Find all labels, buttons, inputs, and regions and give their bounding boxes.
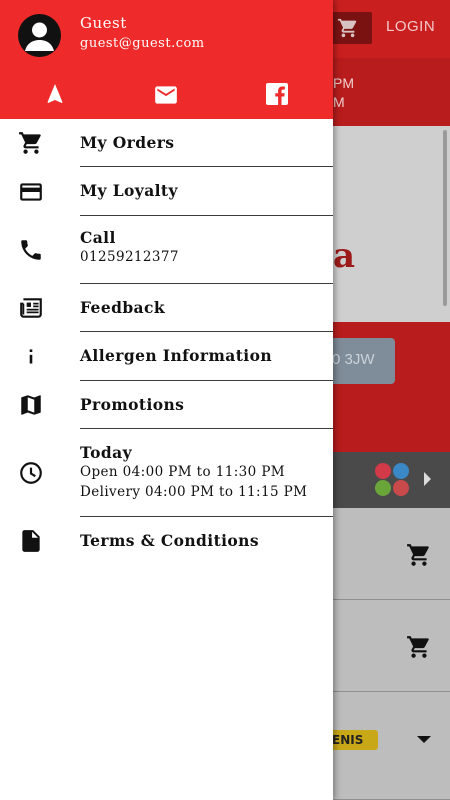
- add-to-cart-icon[interactable]: [406, 542, 432, 568]
- menu-item-label: Call: [80, 228, 116, 247]
- user-icon: [25, 22, 54, 51]
- background-login-link[interactable]: LOGIN: [386, 18, 435, 35]
- credit-card-icon: [20, 183, 42, 201]
- menu-item-today[interactable]: Today Open 04:00 PM to 11:30 PM Delivery…: [0, 429, 333, 517]
- emoji-icon: [393, 480, 409, 496]
- menu-item-promotions[interactable]: Promotions: [0, 381, 333, 429]
- user-email: guest@guest.com: [80, 36, 205, 51]
- chevron-right-icon[interactable]: [424, 472, 431, 486]
- background-hours-line1: PM: [333, 75, 354, 91]
- menu-item-my-loyalty[interactable]: My Loyalty: [0, 167, 333, 216]
- menu-item-label: Promotions: [80, 395, 185, 414]
- cart-icon: [19, 132, 41, 154]
- background-scrollbar[interactable]: [443, 130, 447, 306]
- background-hours-line2: M: [333, 94, 345, 110]
- map-icon: [21, 395, 41, 415]
- phone-number[interactable]: 01259212377: [80, 249, 179, 265]
- emoji-icon: [375, 463, 391, 479]
- menu-item-terms-conditions[interactable]: Terms & Conditions: [0, 517, 333, 565]
- navigation-icon[interactable]: [43, 82, 67, 106]
- menu-item-label: My Loyalty: [80, 181, 178, 200]
- mail-icon[interactable]: [153, 82, 179, 108]
- menu-item-label: Today: [80, 443, 132, 462]
- add-to-cart-icon[interactable]: [406, 634, 432, 660]
- menu-item-label: Allergen Information: [80, 346, 272, 365]
- newspaper-icon: [20, 298, 42, 318]
- phone-icon: [21, 240, 41, 260]
- menu-item-call[interactable]: Call 01259212377: [0, 216, 333, 284]
- menu-item-label: Feedback: [80, 298, 165, 317]
- drawer-header: Guest guest@guest.com: [0, 0, 333, 119]
- facebook-icon[interactable]: [265, 82, 289, 106]
- document-icon: [22, 530, 40, 552]
- cart-icon: [337, 18, 357, 38]
- menu-item-label: My Orders: [80, 133, 175, 152]
- navigation-drawer: Guest guest@guest.com My Orders My Loyal…: [0, 0, 333, 800]
- emoji-icon: [375, 480, 391, 496]
- background-hero-logo-text: a: [333, 236, 356, 276]
- emoji-icon: [393, 463, 409, 479]
- info-icon: [29, 349, 33, 364]
- drawer-menu: My Orders My Loyalty Call 01259212377 Fe…: [0, 119, 333, 565]
- avatar[interactable]: [18, 14, 61, 57]
- menu-item-feedback[interactable]: Feedback: [0, 284, 333, 332]
- user-name: Guest: [80, 14, 127, 32]
- menu-item-label: Terms & Conditions: [80, 531, 259, 550]
- clock-icon: [20, 462, 42, 484]
- caret-down-icon[interactable]: [417, 736, 431, 743]
- opening-hours: Open 04:00 PM to 11:30 PM: [80, 464, 286, 480]
- menu-item-allergen-information[interactable]: Allergen Information: [0, 332, 333, 381]
- menu-item-my-orders[interactable]: My Orders: [0, 119, 333, 167]
- delivery-hours: Delivery 04:00 PM to 11:15 PM: [80, 484, 308, 500]
- background-hours-text: PM M: [333, 74, 354, 112]
